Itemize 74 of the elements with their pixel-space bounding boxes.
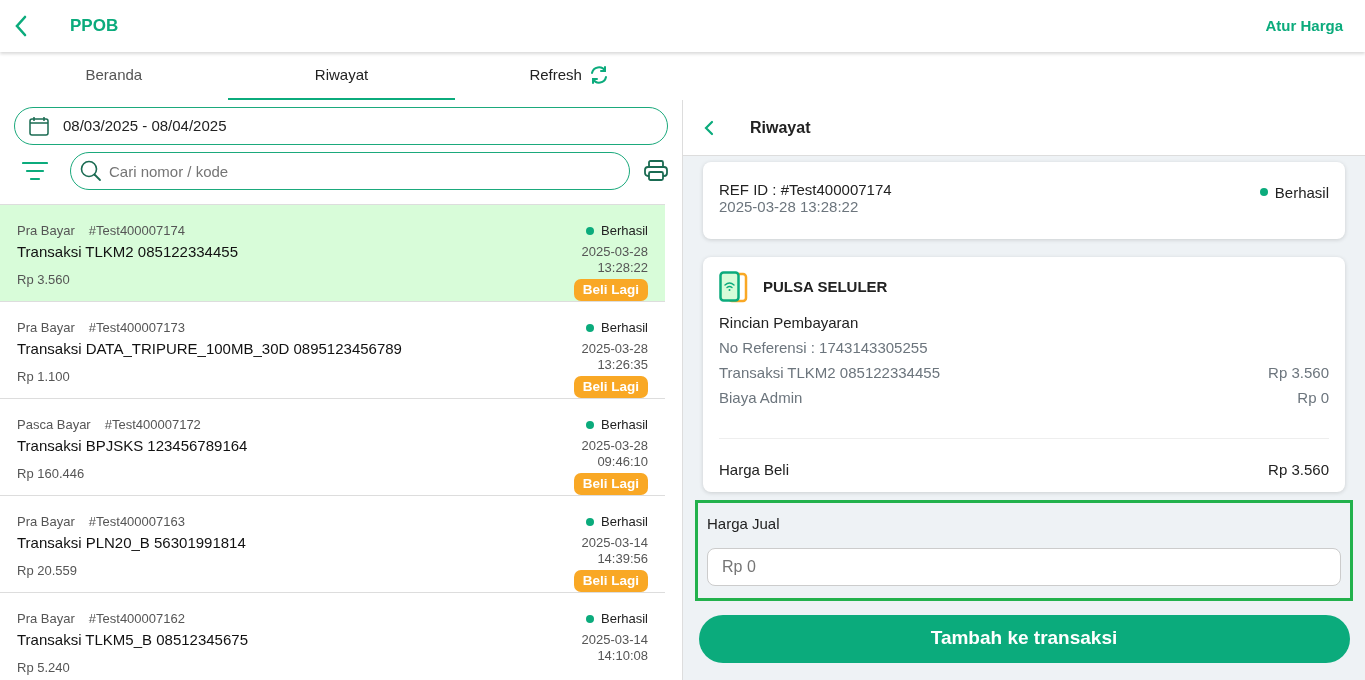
transaction-title: Transaksi PLN20_B 56301991814 <box>17 532 247 553</box>
transaction-time: 13:28:22 <box>597 259 648 276</box>
line-label: Biaya Admin <box>719 388 803 408</box>
transaction-title: Transaksi TLKM2 085122334455 <box>17 241 239 262</box>
category-title: PULSA SELULER <box>763 276 888 297</box>
status-dot <box>586 420 595 429</box>
tab[interactable]: Beranda <box>0 52 228 100</box>
search-icon <box>80 160 102 182</box>
transaction-amount: Rp 5.240 <box>17 659 71 677</box>
calendar-icon <box>29 116 49 136</box>
transaction-type: Pra Bayar <box>17 610 75 628</box>
status-label: Berhasil <box>601 610 648 628</box>
status-label: Berhasil <box>601 513 648 531</box>
sell-price-label: Harga Jual <box>707 514 781 534</box>
transaction-type: Pra Bayar <box>17 319 75 337</box>
status-label: Berhasil <box>1274 183 1329 203</box>
section-title: Rincian Pembayaran <box>719 313 860 333</box>
transaction-date: 2025-03-28 <box>581 438 648 454</box>
transaction-title: Transaksi TLKM5_B 08512345675 <box>17 629 249 650</box>
transaction-amount: Rp 20.559 <box>17 562 78 580</box>
status-label: Berhasil <box>601 319 648 337</box>
tab[interactable]: Riwayat <box>227 52 456 100</box>
panel-title: Riwayat <box>750 117 811 138</box>
phone-icon <box>719 271 749 303</box>
transaction-date: 2025-03-14 <box>581 535 648 551</box>
transaction-date: 2025-03-28 <box>581 341 648 357</box>
status-dot <box>1259 188 1268 196</box>
line-value: Rp 0 <box>1297 388 1329 408</box>
transaction-item[interactable]: Pra Bayar #Test400007162 Transaksi TLKM5_B 08512345675 Rp 5.240 Berhasil 2025-03-14 14:10:08 <box>0 593 665 680</box>
line-label: Transaksi TLKM2 085122334455 <box>719 363 940 383</box>
transaction-ref: #Test400007173 <box>88 319 185 337</box>
transaction-amount: Rp 3.560 <box>17 271 71 289</box>
transaction-time: 14:10:08 <box>597 647 648 664</box>
transaction-item[interactable]: Pra Bayar #Test400007174 Transaksi TLKM2 085122334455 Rp 3.560 Berhasil 2025-03-28 13:28:22 Beli Lagi <box>0 205 665 302</box>
transaction-date: 2025-03-28 <box>581 244 648 260</box>
status-label: Berhasil <box>601 222 648 240</box>
transaction-time: 09:46:10 <box>597 453 648 470</box>
transaction-item[interactable]: Pra Bayar #Test400007173 Transaksi DATA_TRIPURE_100MB_30D 0895123456789 Rp 1.100 Berhasil 2025-03-28 13:26:35 Beli Lagi <box>0 302 665 399</box>
app-title: PPOB <box>70 15 119 38</box>
transaction-title: Transaksi BPJSKS 123456789164 <box>17 435 249 456</box>
total-value: Rp 3.560 <box>1268 460 1329 480</box>
transaction-item[interactable]: Pra Bayar #Test400007163 Transaksi PLN20_B 56301991814 Rp 20.559 Berhasil 2025-03-14 14:39:56 Beli Lagi <box>0 496 665 593</box>
refresh-button[interactable]: Refresh <box>455 52 683 100</box>
transaction-ref: #Test400007162 <box>88 610 185 628</box>
transaction-ref: #Test400007172 <box>104 416 201 434</box>
reference-number: No Referensi : 1743143305255 <box>719 338 929 358</box>
transaction-type: Pasca Bayar <box>17 416 91 434</box>
total-label: Harga Beli <box>719 460 790 480</box>
transaction-type: Pra Bayar <box>17 513 75 531</box>
transaction-amount: Rp 160.446 <box>17 465 86 483</box>
transaction-title: Transaksi DATA_TRIPURE_100MB_30D 0895123456789 <box>17 338 403 359</box>
transaction-time: 13:26:35 <box>597 356 648 373</box>
status-dot <box>586 614 595 623</box>
search-field[interactable]: Cari nomor / kode <box>70 152 630 190</box>
printer-icon[interactable] <box>644 160 668 182</box>
status-dot <box>586 226 595 235</box>
back-icon[interactable] <box>704 119 714 136</box>
transaction-ref: #Test400007174 <box>88 222 185 240</box>
transaction-type: Pra Bayar <box>17 222 75 240</box>
sell-price-field[interactable]: Rp 0 <box>707 547 1341 586</box>
transaction-item[interactable]: Pasca Bayar #Test400007172 Transaksi BPJSKS 123456789164 Rp 160.446 Berhasil 2025-03-28 09:46:10 Beli Lagi <box>0 399 665 496</box>
status-dot <box>586 517 595 526</box>
refresh-icon <box>588 65 609 85</box>
ref-id: REF ID : #Test400007174 <box>719 182 893 199</box>
transaction-time: 14:39:56 <box>597 550 648 567</box>
transaction-datetime: 2025-03-28 13:28:22 <box>719 198 860 215</box>
status-label: Berhasil <box>601 416 648 434</box>
back-icon[interactable] <box>14 15 28 37</box>
filter-icon[interactable] <box>22 161 48 181</box>
transaction-ref: #Test400007163 <box>88 513 185 531</box>
transaction-date: 2025-03-14 <box>581 632 648 648</box>
transaction-amount: Rp 1.100 <box>17 368 71 386</box>
status-dot <box>586 323 595 332</box>
line-value: Rp 3.560 <box>1268 363 1329 383</box>
